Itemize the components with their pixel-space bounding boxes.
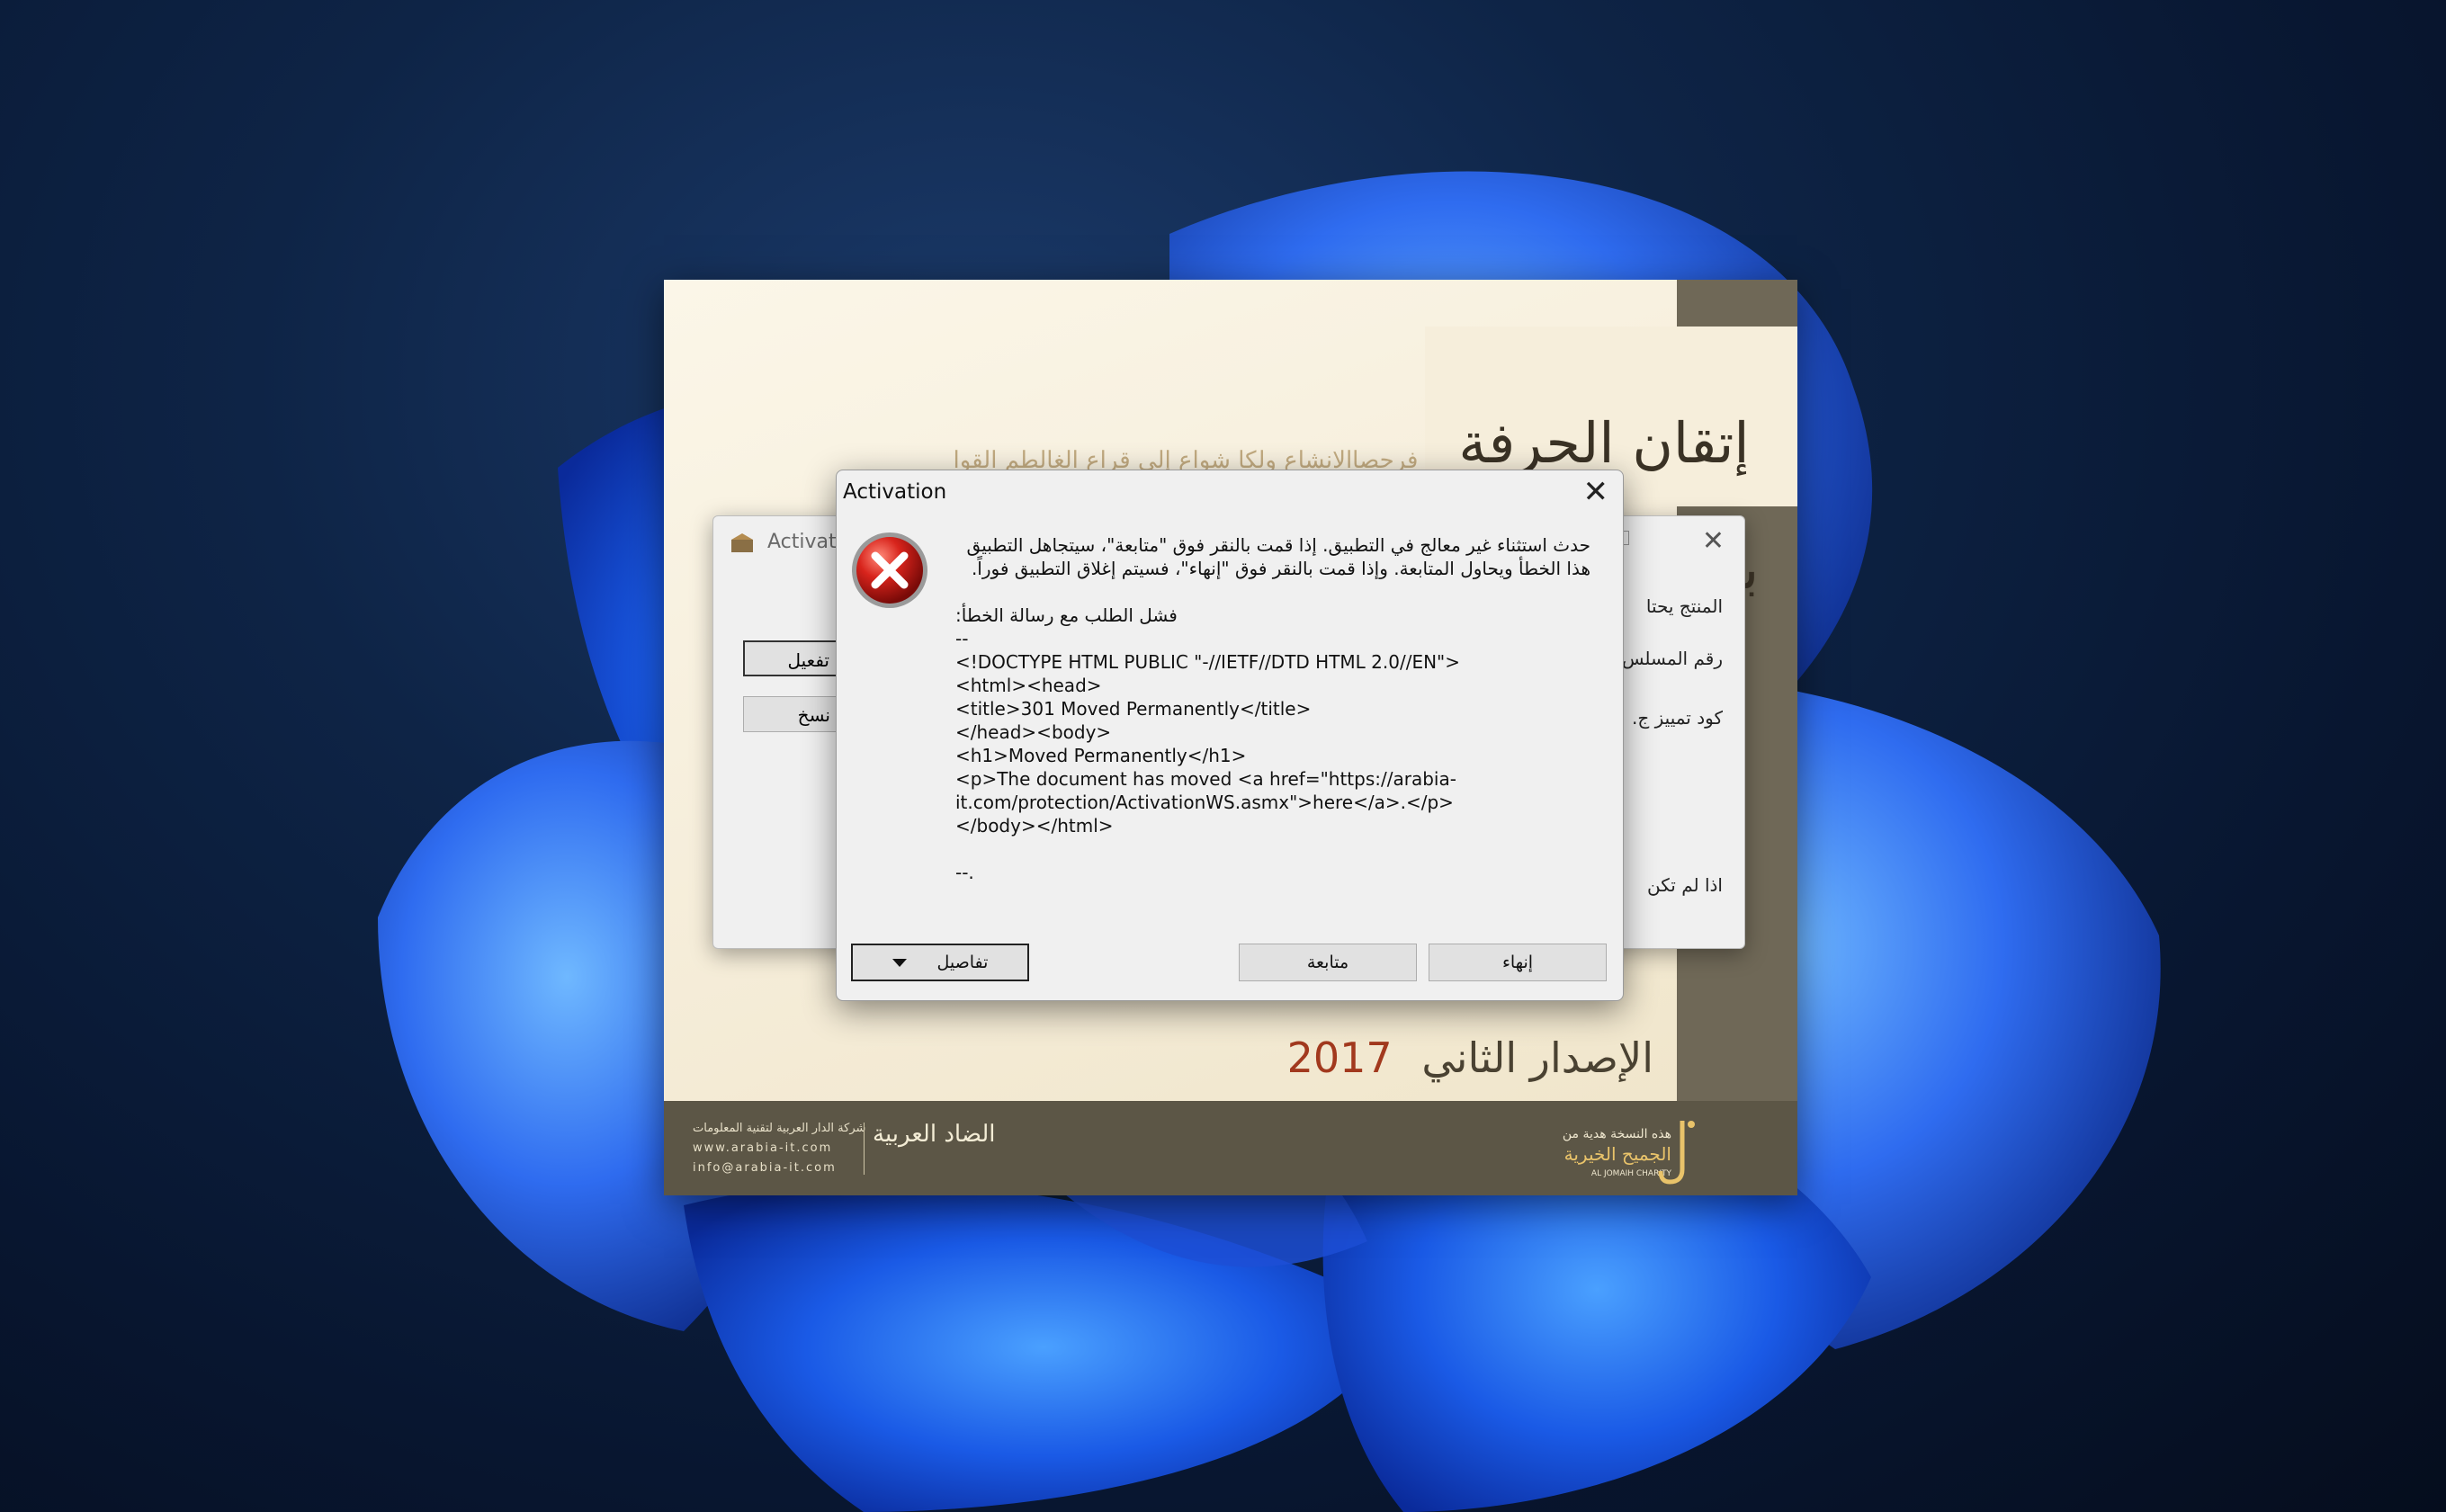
dialog-title: Activation	[843, 480, 947, 504]
edition-text: الإصدار الثاني	[1421, 1033, 1653, 1082]
response-html-text: -- <!DOCTYPE HTML PUBLIC "-//IETF//DTD H…	[955, 628, 1461, 883]
error-message: حدث استثناء غير معالج في التطبيق. إذا قم…	[955, 533, 1590, 884]
device-code-text: كود تمييز ج.	[1632, 707, 1723, 729]
edition-year: 2017	[1286, 1033, 1393, 1082]
close-icon[interactable]: ✕	[1583, 474, 1609, 510]
company-website: www.arabia-it.com	[693, 1141, 833, 1155]
splash-footer: شركة الدار العربية لتقنية المعلومات www.…	[664, 1101, 1797, 1195]
charity-logo-icon	[1658, 1121, 1695, 1185]
continue-button[interactable]: متابعة	[1239, 944, 1417, 981]
quit-button[interactable]: إنهاء	[1429, 944, 1607, 981]
window-title: Activati	[767, 531, 842, 553]
footer-divider	[864, 1123, 865, 1175]
note-text: اذا لم تكن	[1647, 874, 1723, 896]
serial-text: رقم المسلس	[1621, 648, 1723, 669]
error-dialog: Activation ✕ حدث استثناء غير معالج في ال…	[836, 470, 1624, 1001]
product-text: المنتج يحتا	[1645, 595, 1723, 617]
company-email: info@arabia-it.com	[693, 1161, 837, 1175]
edition-label: الإصدار الثاني 2017	[1287, 1033, 1653, 1082]
company-info: شركة الدار العربية لتقنية المعلومات www.…	[693, 1119, 865, 1178]
close-icon[interactable]: ✕	[1702, 525, 1725, 557]
activate-button[interactable]: تفعيل	[743, 640, 842, 676]
details-button[interactable]: تفاصيل	[851, 944, 1029, 981]
company-name: شركة الدار العربية لتقنية المعلومات	[693, 1122, 866, 1135]
chevron-down-icon	[891, 958, 907, 967]
details-label: تفاصيل	[936, 953, 989, 972]
request-failed-text: فشل الطلب مع رسالة الخطأ:	[955, 604, 1178, 626]
app-icon	[731, 533, 753, 552]
company-logo: الضاد العربية	[873, 1121, 996, 1148]
copy-button[interactable]: نسخ	[743, 696, 842, 732]
error-description: حدث استثناء غير معالج في التطبيق. إذا قم…	[966, 534, 1590, 579]
error-icon	[852, 532, 927, 608]
